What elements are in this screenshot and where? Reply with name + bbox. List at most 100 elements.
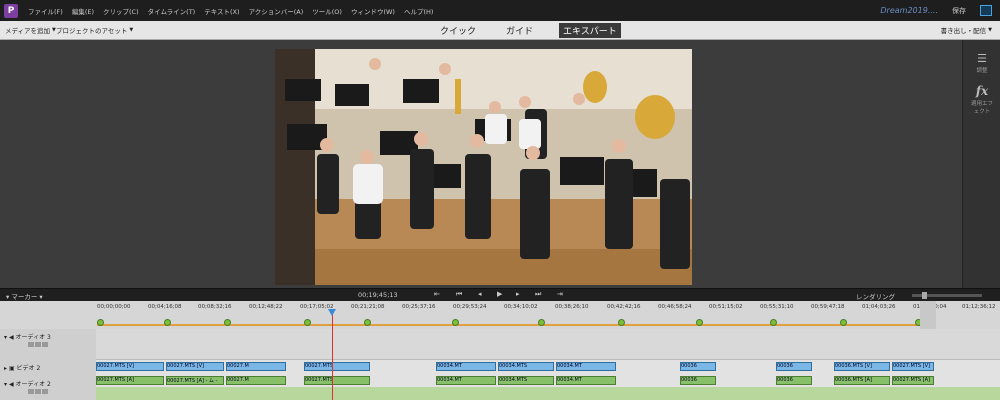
audio-clip[interactable]: 00034.MT [436, 376, 496, 385]
track-tools [28, 342, 51, 349]
video-clip[interactable]: 00027.M [226, 362, 286, 371]
video-clip[interactable]: 00027.MTS [V] [166, 362, 224, 371]
beat-marker[interactable] [840, 319, 847, 326]
video-clip[interactable]: 00027.MTS [V] [892, 362, 934, 371]
step-back-icon[interactable]: ◂ [478, 290, 482, 298]
track-tool-icon[interactable] [42, 389, 48, 394]
beat-marker[interactable] [364, 319, 371, 326]
track-header-video2[interactable]: ▸ ▣ ビデオ 2 [4, 363, 40, 372]
project-assets-button[interactable]: プロジェクトのアセット ▼ [56, 21, 133, 39]
playhead-line[interactable] [332, 309, 333, 400]
track-headers: ▾ ◀ オーディオ 3 ▸ ▣ ビデオ 2 ▾ ◀ オーディオ 2 [0, 329, 96, 400]
go-to-previous-edit-icon[interactable]: ⏮ [456, 290, 462, 299]
fullscreen-icon[interactable] [980, 5, 992, 16]
menu-file[interactable]: ファイル(F) [28, 6, 63, 16]
beat-marker[interactable] [770, 319, 777, 326]
audio-clip[interactable]: 00034.MTS [498, 376, 554, 385]
audio-clip[interactable]: 00034.MT [556, 376, 616, 385]
play-icon[interactable]: ▶ [497, 290, 502, 298]
menu-help[interactable]: ヘルプ(H) [404, 6, 433, 16]
beat-marker[interactable] [97, 319, 104, 326]
tab-quick[interactable]: クイック [436, 23, 480, 38]
menu-tools[interactable]: ツール(O) [312, 6, 342, 16]
ruler-label: 00;42;42;16 [607, 304, 641, 310]
track-tool-icon[interactable] [42, 342, 48, 347]
timeline-scrollbar[interactable] [920, 301, 936, 329]
beat-marker[interactable] [618, 319, 625, 326]
audio-clip[interactable]: 00027.M [226, 376, 286, 385]
zoom-slider-knob[interactable] [922, 292, 927, 299]
video-clip[interactable]: 00036 [680, 362, 716, 371]
applied-effects-button[interactable]: fx 適用エフェクト [963, 84, 1000, 115]
beat-marker[interactable] [452, 319, 459, 326]
track-tool-icon[interactable] [35, 389, 41, 394]
audio-clip[interactable]: 00027.MTS [A] [96, 376, 164, 385]
audio-waveform-lane[interactable] [96, 387, 1000, 400]
speaker-icon[interactable]: ◀ [9, 381, 14, 388]
track-header-audio2[interactable]: ▾ ◀ オーディオ 2 [4, 379, 51, 396]
save-button[interactable]: 保存 [952, 6, 966, 16]
app-logo: P [4, 3, 18, 18]
audio3-track-lane[interactable] [96, 329, 1000, 360]
beat-marker[interactable] [696, 319, 703, 326]
video-clip[interactable]: 00034.MTS [498, 362, 554, 371]
tracks-area[interactable]: 00027.MTS [V] 00027.MTS [V] 00027.M 0002… [96, 329, 1000, 400]
go-to-next-edit-icon[interactable]: ⏭ [535, 290, 541, 299]
beat-marker[interactable] [304, 319, 311, 326]
track-header-audio3[interactable]: ▾ ◀ オーディオ 3 [4, 332, 51, 349]
expand-icon[interactable]: ▾ [4, 334, 7, 341]
menu-clip[interactable]: クリップ(C) [103, 6, 139, 16]
ruler-label: 00;59;47;18 [811, 304, 845, 310]
beat-marker[interactable] [224, 319, 231, 326]
menu-edit[interactable]: 編集(E) [72, 6, 94, 16]
audio-clip[interactable]: 00027.MTS [304, 376, 370, 385]
add-media-button[interactable]: メディアを追加 ▼ [5, 21, 56, 39]
zoom-slider[interactable] [912, 292, 982, 299]
track-tool-icon[interactable] [28, 342, 34, 347]
tab-expert[interactable]: エキスパート [559, 22, 621, 38]
audio-clip[interactable]: 00027.MTS [A] [892, 376, 934, 385]
project-assets-label: プロジェクトのアセット [56, 27, 128, 35]
playhead-handle[interactable] [328, 309, 336, 316]
audio-clip[interactable]: 00027.MTS [A] - ム - [166, 376, 224, 385]
track-tool-icon[interactable] [35, 342, 41, 347]
adjust-button[interactable]: ☰ 調整 [963, 52, 1000, 74]
video-clip[interactable]: 00034.MT [436, 362, 496, 371]
video-clip[interactable]: 00027.MTS [V] [96, 362, 164, 371]
menu-window[interactable]: ウィンドウ(W) [351, 6, 395, 16]
beat-marker[interactable] [164, 319, 171, 326]
video-clip[interactable]: 00034.MT [556, 362, 616, 371]
ruler-label: 00;00;00;00 [97, 304, 131, 310]
project-name: Dream2019.... [880, 6, 938, 15]
video-clip[interactable]: 00036.MTS [V] [834, 362, 890, 371]
expand-icon[interactable]: ▾ [4, 381, 7, 388]
go-to-end-icon[interactable]: ⇥ [557, 290, 563, 298]
beat-marker[interactable] [538, 319, 545, 326]
video-clip[interactable]: 00036 [776, 362, 812, 371]
render-button[interactable]: レンダリング [856, 291, 895, 301]
speaker-icon[interactable]: ◀ [9, 334, 14, 341]
adjust-label: 調整 [976, 68, 988, 74]
step-forward-icon[interactable]: ▸ [516, 290, 520, 298]
video-frame-image [275, 49, 692, 285]
timeline-header: ▾ マーカー ▾ 00;19;45;13 ⇤ ⏮ ◂ ▶ ▸ ⏭ ⇥ レンダリン… [0, 288, 1000, 302]
video-clip[interactable]: 00027.MTS [304, 362, 370, 371]
ruler-label: 00;38;26;10 [555, 304, 589, 310]
export-share-button[interactable]: 書き出し・配信 ▼ [941, 21, 992, 39]
audio-clip[interactable]: 00036 [680, 376, 716, 385]
go-to-start-icon[interactable]: ⇤ [434, 290, 440, 298]
track-tool-icon[interactable] [28, 389, 34, 394]
audio-clip[interactable]: 00036 [776, 376, 812, 385]
ruler-label: 00;29;53;24 [453, 304, 487, 310]
work-area-bar[interactable] [97, 324, 933, 326]
expand-icon[interactable]: ▸ [4, 365, 7, 372]
filmstrip-icon[interactable]: ▣ [9, 365, 15, 372]
timeline-ruler[interactable]: 00;00;00;00 00;04;16;08 00;08;32;16 00;1… [0, 301, 1000, 329]
video-preview[interactable] [275, 49, 692, 285]
menu-action-bar[interactable]: アクションバー(A) [249, 6, 304, 16]
menu-timeline[interactable]: タイムライン(T) [148, 6, 196, 16]
marker-menu[interactable]: ▾ マーカー ▾ [6, 291, 43, 301]
audio-clip[interactable]: 00036.MTS [A] [834, 376, 890, 385]
menu-text[interactable]: テキスト(X) [204, 6, 239, 16]
tab-guided[interactable]: ガイド [502, 23, 537, 38]
